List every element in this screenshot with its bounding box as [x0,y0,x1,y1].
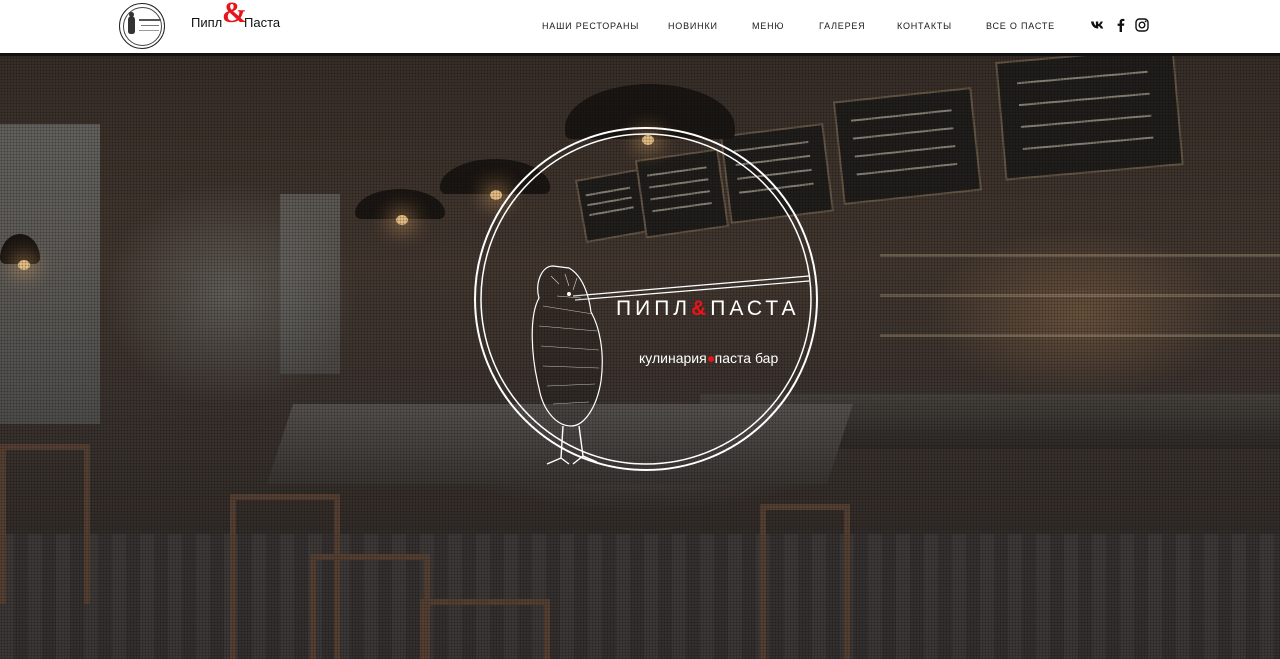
vk-icon[interactable] [1090,17,1106,33]
nav-item-restaurants[interactable]: НАШИ РЕСТОРАНЫ [542,21,639,31]
logo-mark-line [139,30,159,31]
hero-title-part-2: ПАСТА [710,297,800,320]
red-dot-icon [707,355,714,362]
site-header: Пипл & Паста НАШИ РЕСТОРАНЫ НОВИНКИ МЕНЮ… [0,0,1280,54]
logo-mark-line [141,25,159,26]
hero-title-part-1: ПИПЛ [616,297,692,320]
hero-title-ampersand: & [691,297,711,320]
nav-item-contacts[interactable]: КОНТАКТЫ [897,21,952,31]
hero-subtitle-part-2: паста бар [714,350,779,366]
brand-part-1: Пипл [191,15,223,30]
nav-item-about-pasta[interactable]: ВСЕ О ПАСТЕ [986,21,1055,31]
brand-part-2: Паста [244,15,281,30]
nav-item-gallery[interactable]: ГАЛЕРЕЯ [819,21,866,31]
hero-title: ПИПЛ&ПАСТА [616,297,799,321]
hero-subtitle: кулинария паста бар [639,350,778,366]
logo-badge-icon[interactable] [119,3,165,49]
hero-subtitle-part-1: кулинария [639,350,707,366]
instagram-icon[interactable] [1134,17,1150,33]
bird-icon [128,12,135,34]
facebook-icon[interactable] [1113,17,1129,33]
nav-item-news[interactable]: НОВИНКИ [668,21,718,31]
header-shadow-line [0,53,1280,56]
nav-item-menu[interactable]: МЕНЮ [752,21,784,31]
logo-mark-line [139,19,161,21]
